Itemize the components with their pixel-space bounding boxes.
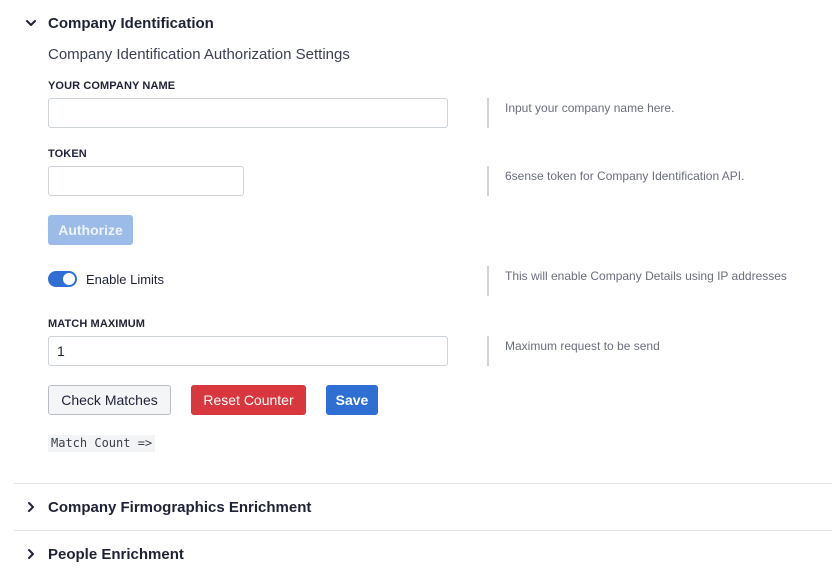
chevron-down-icon <box>14 17 48 29</box>
chevron-right-icon <box>14 501 48 513</box>
match-maximum-input[interactable] <box>48 336 448 366</box>
toggle-knob <box>63 273 75 285</box>
save-button[interactable]: Save <box>326 385 378 415</box>
enable-limits-help: This will enable Company Details using I… <box>505 269 787 283</box>
section-subtitle: Company Identification Authorization Set… <box>48 46 350 63</box>
section-title: Company Identification <box>48 14 214 32</box>
token-label: TOKEN <box>48 148 87 160</box>
authorize-button[interactable]: Authorize <box>48 215 133 245</box>
enable-limits-toggle[interactable] <box>48 271 77 287</box>
section-title: People Enrichment <box>48 545 184 563</box>
check-matches-button[interactable]: Check Matches <box>48 385 171 415</box>
help-divider <box>487 98 489 128</box>
section-title: Company Firmographics Enrichment <box>48 498 312 516</box>
help-divider <box>487 266 489 296</box>
help-divider <box>487 166 489 196</box>
company-name-help: Input your company name here. <box>505 101 675 115</box>
reset-counter-button[interactable]: Reset Counter <box>191 385 306 415</box>
company-name-input[interactable] <box>48 98 448 128</box>
match-count: Match Count => <box>48 435 156 452</box>
help-divider <box>487 336 489 366</box>
token-input[interactable] <box>48 166 244 196</box>
match-maximum-label: MATCH MAXIMUM <box>48 318 146 330</box>
section-header-people[interactable]: People Enrichment <box>14 531 832 577</box>
token-help: 6sense token for Company Identification … <box>505 169 745 183</box>
section-header-company-identification[interactable]: Company Identification <box>14 0 832 46</box>
company-name-label: YOUR COMPANY NAME <box>48 80 176 92</box>
enable-limits-label: Enable Limits <box>86 272 165 287</box>
section-header-firmographics[interactable]: Company Firmographics Enrichment <box>14 484 832 530</box>
chevron-right-icon <box>14 548 48 560</box>
match-maximum-help: Maximum request to be send <box>505 339 660 353</box>
